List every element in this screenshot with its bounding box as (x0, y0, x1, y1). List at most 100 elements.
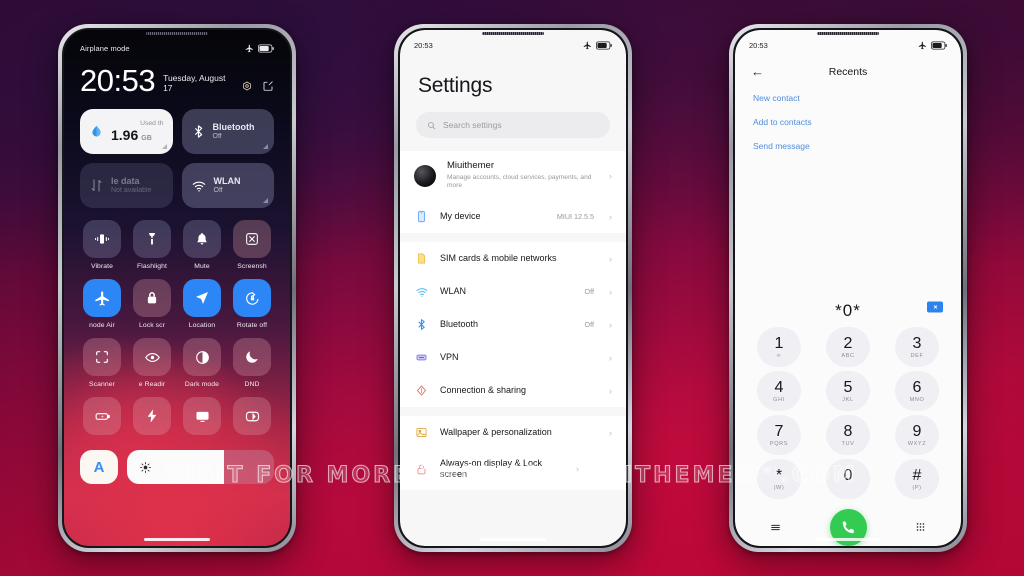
bluetooth-tile[interactable]: Bluetooth Off (181, 109, 274, 154)
earpiece-grille (817, 32, 879, 35)
key-7[interactable]: 7 PQRS (757, 415, 801, 455)
bluetooth-icon (414, 317, 429, 332)
qs-tile-flashlight[interactable]: Flashlight (128, 220, 176, 270)
key-digit: 3 (912, 334, 922, 352)
airplane-icon (583, 41, 591, 50)
settings-row-label: SIM cards & mobile networks (440, 252, 557, 263)
earpiece-grille (146, 32, 208, 35)
key-sub: GHI (773, 396, 785, 403)
qs-label: Flashlight (136, 263, 168, 270)
brightness-row: A (64, 446, 290, 484)
qs-tile-mute[interactable]: Mute (178, 220, 226, 270)
wlan-tile-sub: Off (213, 186, 223, 194)
sim-icon (414, 251, 429, 266)
key-6[interactable]: 6 MNO (895, 371, 939, 411)
page-title: Settings (418, 74, 493, 97)
key-digit: 7 (774, 422, 784, 440)
data-usage-tile[interactable]: Used th 1.96 GB (80, 109, 173, 154)
keypad-row: 4 GHI 5 JKL 6 MNO (757, 371, 939, 411)
lock-icon (414, 462, 429, 477)
link-add-to-contacts[interactable]: Add to contacts (753, 117, 943, 127)
search-placeholder: Search settings (443, 120, 502, 130)
qs-tile-rotate[interactable]: Rotate off (228, 279, 276, 329)
settings-row-value: Off (584, 287, 594, 296)
qs-tile-theme[interactable] (228, 397, 276, 440)
key-0[interactable]: 0+ (826, 459, 870, 499)
qs-label: node Air (89, 322, 115, 329)
settings-gear-icon[interactable] (241, 80, 253, 92)
qs-tile-reading-mode[interactable]: e Readir (128, 338, 176, 388)
qs-label: Scanner (88, 381, 116, 388)
key-hash[interactable]: # (P) (895, 459, 939, 499)
qs-label: Rotate off (236, 322, 268, 329)
home-indicator (815, 538, 881, 541)
dialer-keypad: 1 ∞ 2 ABC 3 DEF 4 GHI 5 JKL 6 MNO 7 PQRS 8 TUV 9… (735, 325, 961, 503)
qs-tile-battery-saver[interactable] (78, 397, 126, 440)
settings-row-aod-lockscreen[interactable]: Always-on display & Lock screen › (400, 449, 626, 490)
key-sub: JKL (842, 396, 854, 403)
settings-row-bluetooth[interactable]: Bluetooth Off › (400, 308, 626, 341)
home-indicator (144, 538, 210, 541)
key-9[interactable]: 9 WXYZ (895, 415, 939, 455)
key-1[interactable]: 1 ∞ (757, 327, 801, 367)
settings-row-sim-cards[interactable]: SIM cards & mobile networks › (400, 242, 626, 275)
link-new-contact[interactable]: New contact (753, 93, 943, 103)
home-indicator (480, 538, 546, 541)
settings-row-label: Wallpaper & personalization (440, 426, 552, 437)
dialer-header: ← Recents (735, 50, 961, 79)
airplane-icon (245, 44, 253, 53)
search-input[interactable]: Search settings (416, 112, 610, 138)
phone-device-middle: 20:53 Settings Search settings Miuitheme… (394, 24, 632, 552)
key-2[interactable]: 2 ABC (826, 327, 870, 367)
qs-tile-dark-mode[interactable]: Dark mode (178, 338, 226, 388)
key-digit: 2 (843, 334, 853, 352)
settings-row-wallpaper[interactable]: Wallpaper & personalization › (400, 416, 626, 449)
mobile-data-tile[interactable]: le data Not available (80, 163, 173, 208)
chevron-right-icon: › (609, 427, 612, 438)
key-star[interactable]: * (W) (757, 459, 801, 499)
qs-tile-bolt[interactable] (128, 397, 176, 440)
edit-icon[interactable] (262, 80, 274, 92)
arrow-left-icon[interactable]: ← (751, 64, 773, 79)
qs-tile-screenshot[interactable]: Screensh (228, 220, 276, 270)
key-5[interactable]: 5 JKL (826, 371, 870, 411)
auto-brightness-button[interactable]: A (80, 450, 118, 484)
clock-time: 20:53 (80, 63, 156, 98)
link-send-message[interactable]: Send message (753, 141, 943, 151)
key-sub: PQRS (769, 440, 789, 447)
search-icon (428, 121, 436, 129)
key-3[interactable]: 3 DEF (895, 327, 939, 367)
wlan-tile[interactable]: WLAN Off (181, 163, 274, 208)
cast-icon (195, 411, 209, 422)
key-sub: WXYZ (907, 440, 927, 447)
keypad-icon[interactable] (914, 521, 927, 534)
key-digit: 8 (843, 422, 853, 440)
qs-tile-cast[interactable] (178, 397, 226, 440)
settings-row-label: Connection & sharing (440, 384, 527, 395)
connectivity-card: SIM cards & mobile networks › WLAN Off › (400, 242, 626, 407)
my-device-value: MIUI 12.5.5 (556, 212, 594, 221)
quick-settings-row: Scanner e Readir Dark mode DND (78, 338, 276, 388)
settings-row-wlan[interactable]: WLAN Off › (400, 275, 626, 308)
settings-row-vpn[interactable]: VPN › (400, 341, 626, 374)
status-time: 20:53 (414, 41, 433, 50)
qs-tile-lock-screen[interactable]: Lock scr (128, 279, 176, 329)
key-4[interactable]: 4 GHI (757, 371, 801, 411)
qs-tile-location[interactable]: Location (178, 279, 226, 329)
quick-settings-row: Vibrate Flashlight Mute Screensh (78, 220, 276, 270)
qs-tile-scanner[interactable]: Scanner (78, 338, 126, 388)
qs-tile-airplane-mode[interactable]: node Air (78, 279, 126, 329)
settings-row-connection-sharing[interactable]: Connection & sharing › (400, 374, 626, 407)
account-name: Miuithemer (447, 160, 494, 171)
mobile-data-tile-sub: Not available (111, 186, 152, 194)
menu-icon[interactable] (769, 521, 782, 534)
key-8[interactable]: 8 TUV (826, 415, 870, 455)
bolt-icon (147, 409, 157, 423)
my-device-row[interactable]: My device MIUI 12.5.5 › (400, 200, 626, 233)
qs-tile-vibrate[interactable]: Vibrate (78, 220, 126, 270)
qs-tile-dnd[interactable]: DND (228, 338, 276, 388)
battery-icon (596, 41, 612, 50)
backspace-icon[interactable] (927, 301, 943, 313)
brightness-slider[interactable] (127, 450, 274, 484)
account-row[interactable]: Miuithemer Manage accounts, cloud servic… (400, 151, 626, 200)
